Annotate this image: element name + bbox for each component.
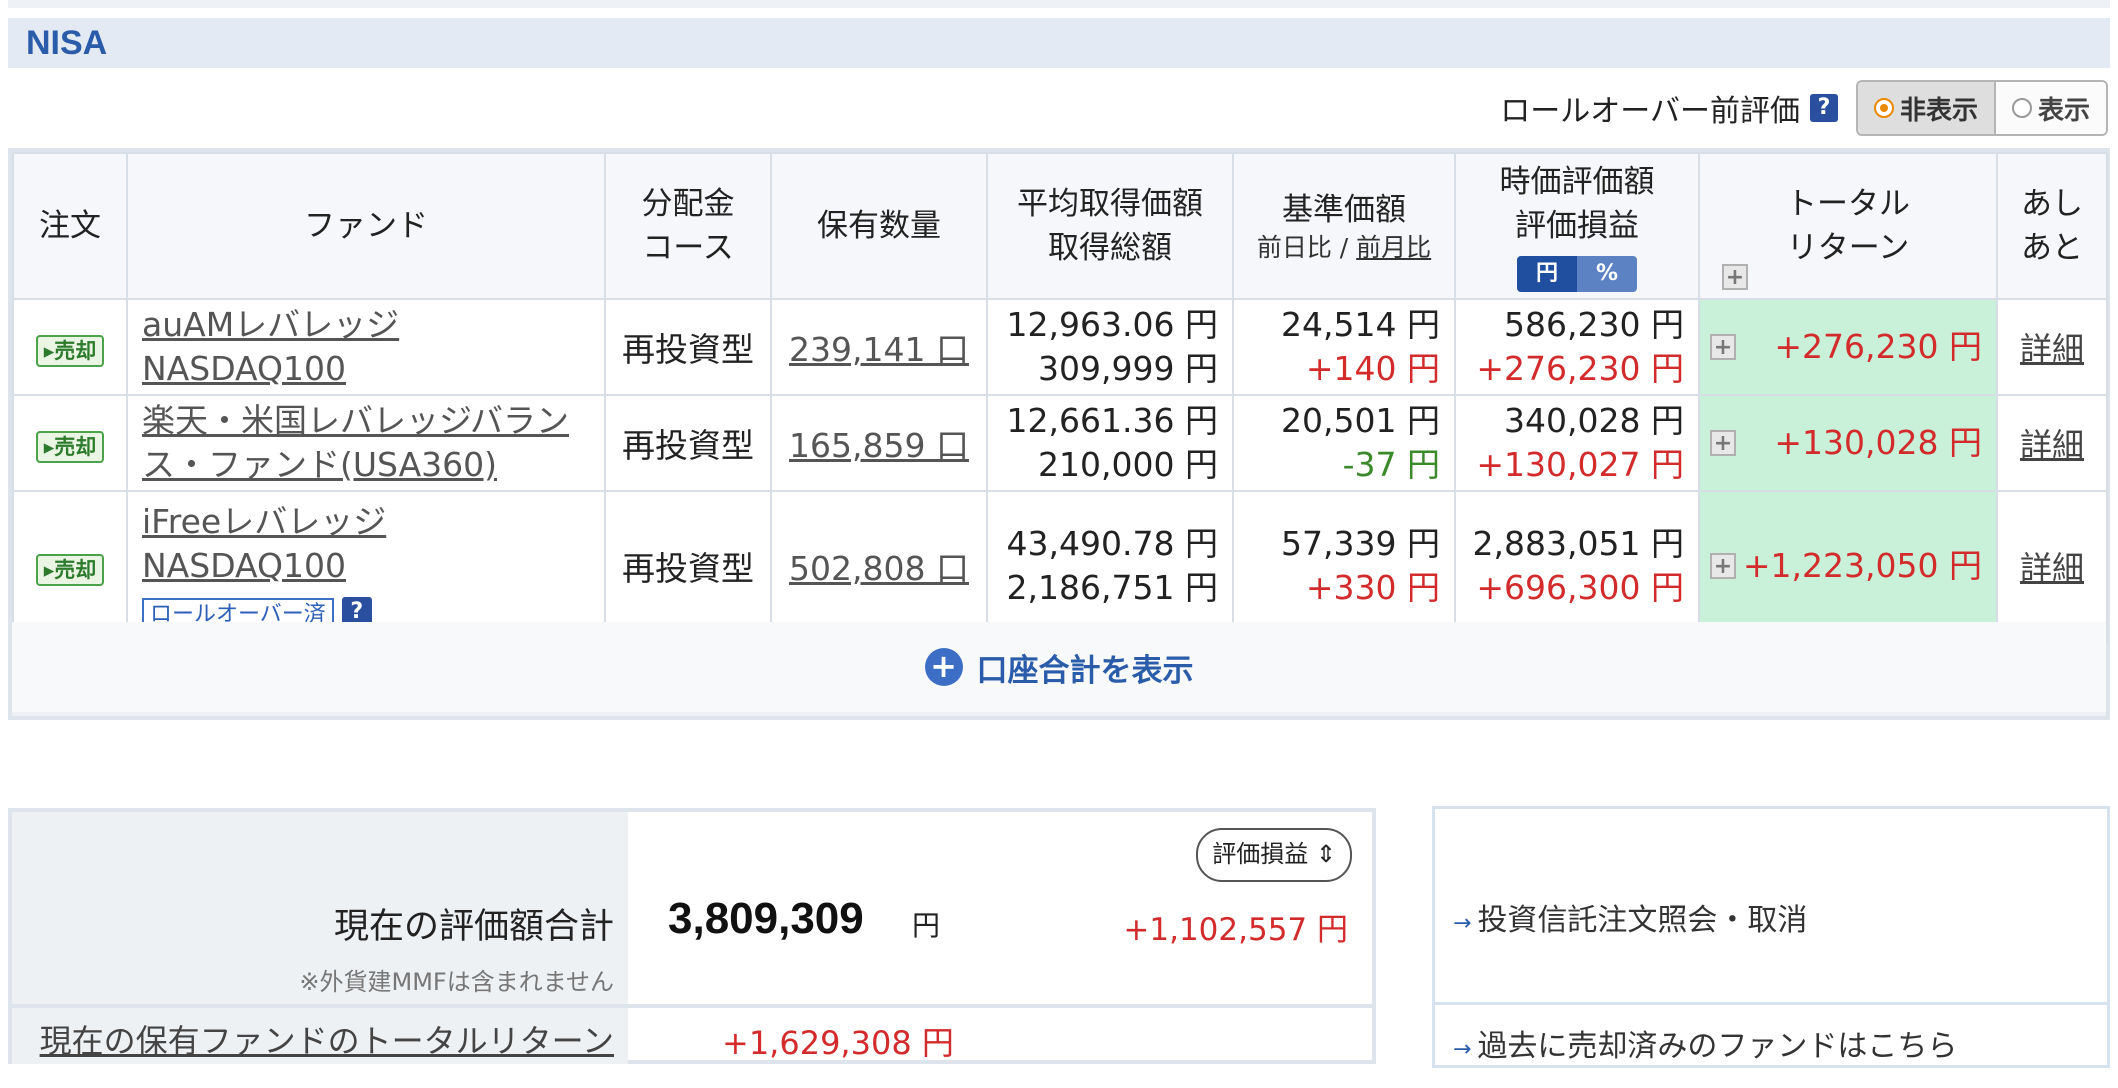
expand-icon[interactable]: + bbox=[1722, 264, 1748, 290]
expand-icon[interactable]: + bbox=[1710, 333, 1736, 360]
total-return-value: +276,230 円 bbox=[1774, 327, 1982, 366]
header-total-return: トータル リターン + bbox=[1698, 152, 1998, 300]
radio-selected-icon bbox=[1873, 98, 1894, 118]
rollover-toggle: 非表示 表示 bbox=[1855, 80, 2108, 136]
table-row: ▸売却 iFreeレバレッジ NASDAQ100 ロールオーバー済? 再投資型 5… bbox=[12, 490, 2108, 642]
fund-name-link[interactable]: 楽天・米国レバレッジバラン ス・ファンド(USA360) bbox=[142, 401, 569, 484]
total-valuation-label: 現在の評価額合計 bbox=[333, 907, 614, 947]
arrow-right-icon: → bbox=[1453, 1037, 1472, 1062]
valuation-type-select[interactable]: 評価損益 ⇕ bbox=[1196, 828, 1352, 882]
header-quantity: 保有数量 bbox=[770, 152, 988, 300]
radio-empty-icon bbox=[2011, 98, 2032, 118]
table-header-row: 注文 ファンド 分配金 コース 保有数量 平均取得価額 取得総額 基準価額 前日… bbox=[12, 152, 2108, 300]
detail-link[interactable]: 詳細 bbox=[2020, 330, 2084, 368]
course-cell: 再投資型 bbox=[604, 394, 772, 492]
show-account-total-label: 口座合計を表示 bbox=[976, 652, 1194, 689]
order-inquiry-link[interactable]: → 投資信託注文照会・取消 bbox=[1453, 895, 1807, 939]
rollover-toggle-bar: ロールオーバー前評価 ? 非表示 表示 bbox=[1500, 80, 2108, 136]
related-links: → 投資信託注文照会・取消 → 過去に売却済みのファンドはこちら bbox=[1432, 806, 2110, 1068]
total-return-value: +130,028 円 bbox=[1774, 423, 1982, 462]
month-change-link[interactable]: 前月比 bbox=[1356, 233, 1431, 262]
unit-toggle: 円 % bbox=[1517, 256, 1637, 292]
sell-button[interactable]: ▸売却 bbox=[35, 335, 105, 367]
sold-funds-link[interactable]: → 過去に売却済みのファンドはこちら bbox=[1453, 1021, 1957, 1065]
holdings-table-container: 注文 ファンド 分配金 コース 保有数量 平均取得価額 取得総額 基準価額 前日… bbox=[8, 148, 2110, 720]
table-row: ▸売却 楽天・米国レバレッジバラン ス・ファンド(USA360) 再投資型 165… bbox=[12, 394, 2108, 492]
header-distribution: 分配金 コース bbox=[604, 152, 772, 300]
toggle-show-label: 表示 bbox=[2037, 95, 2090, 126]
mmf-note: ※外貨建MMFは含まれません bbox=[299, 968, 614, 996]
quantity-link[interactable]: 239,141 口 bbox=[789, 330, 969, 369]
detail-link[interactable]: 詳細 bbox=[2020, 549, 2084, 587]
toggle-show-option[interactable]: 表示 bbox=[1995, 82, 2106, 134]
total-return-sum-value: +1,629,308 円 bbox=[722, 1024, 954, 1062]
fund-name-link[interactable]: iFreeレバレッジ NASDAQ100 bbox=[142, 502, 386, 585]
detail-link[interactable]: 詳細 bbox=[2020, 426, 2084, 464]
header-market-value: 時価評価額 評価損益 円 % bbox=[1454, 152, 1700, 300]
toggle-hide-label: 非表示 bbox=[1899, 95, 1978, 126]
unit-percent-button[interactable]: % bbox=[1577, 256, 1637, 292]
unit-yen-button[interactable]: 円 bbox=[1517, 256, 1577, 292]
rollover-label: ロールオーバー前評価 bbox=[1500, 94, 1800, 129]
fund-name-link[interactable]: auAMレバレッジ NASDAQ100 bbox=[142, 305, 399, 388]
table-row: ▸売却 auAMレバレッジ NASDAQ100 再投資型 239,141 口 12… bbox=[12, 298, 2108, 396]
section-title: NISA bbox=[8, 18, 2110, 68]
total-valuation-unit: 円 bbox=[912, 909, 941, 942]
sell-button[interactable]: ▸売却 bbox=[35, 554, 105, 586]
sell-button[interactable]: ▸売却 bbox=[35, 431, 105, 463]
quantity-link[interactable]: 165,859 口 bbox=[789, 426, 969, 465]
show-account-total-button[interactable]: + 口座合計を表示 bbox=[12, 622, 2106, 712]
toggle-hide-option[interactable]: 非表示 bbox=[1857, 82, 1996, 134]
top-divider bbox=[8, 0, 2110, 8]
course-cell: 再投資型 bbox=[604, 298, 772, 396]
expand-icon[interactable]: + bbox=[1710, 552, 1736, 579]
header-avg-price: 平均取得価額 取得総額 bbox=[986, 152, 1234, 300]
arrow-right-icon: → bbox=[1453, 911, 1472, 936]
total-gain-value: +1,102,557 円 bbox=[1123, 912, 1348, 948]
quantity-link[interactable]: 502,808 口 bbox=[789, 549, 969, 588]
valuation-summary: 現在の評価額合計 ※外貨建MMFは含まれません 評価損益 ⇕ 3,809,309… bbox=[8, 808, 1376, 1064]
header-fund: ファンド bbox=[126, 152, 606, 300]
help-icon[interactable]: ? bbox=[1809, 94, 1838, 122]
course-cell: 再投資型 bbox=[604, 490, 772, 642]
expand-icon[interactable]: + bbox=[1710, 429, 1736, 456]
sort-icon: ⇕ bbox=[1315, 840, 1336, 868]
total-return-link[interactable]: 現在の保有ファンドのトータルリターン bbox=[40, 1016, 614, 1062]
header-history: あし あと bbox=[1996, 152, 2108, 300]
holdings-table: 注文 ファンド 分配金 コース 保有数量 平均取得価額 取得総額 基準価額 前日… bbox=[12, 152, 2108, 642]
header-base-price: 基準価額 前日比 / 前月比 bbox=[1232, 152, 1456, 300]
total-valuation-value: 3,809,309 bbox=[668, 894, 864, 943]
total-return-value: +1,223,050 円 bbox=[1742, 546, 1982, 585]
header-order: 注文 bbox=[12, 152, 128, 300]
plus-circle-icon: + bbox=[924, 648, 963, 686]
